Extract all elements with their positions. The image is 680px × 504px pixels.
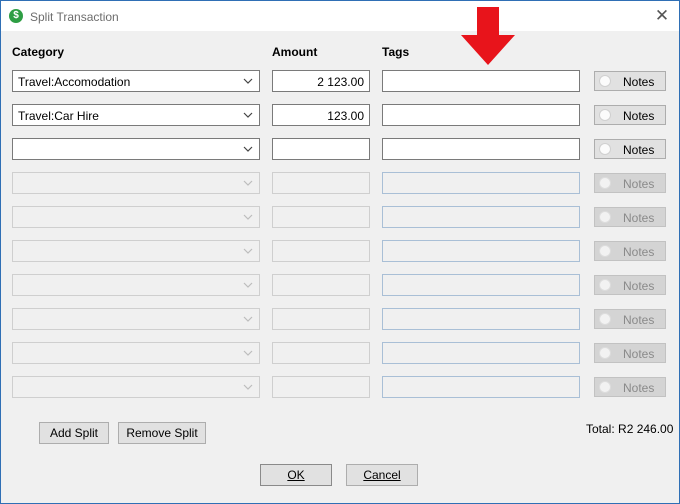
notes-button: Notes bbox=[594, 207, 666, 227]
notes-button: Notes bbox=[594, 275, 666, 295]
tags-input bbox=[382, 206, 580, 228]
header-tags: Tags bbox=[382, 45, 410, 59]
notes-label: Notes bbox=[623, 245, 655, 259]
total-summary: Total: R2 246.00 bbox=[586, 422, 673, 436]
chevron-down-icon bbox=[243, 316, 253, 322]
notes-indicator-icon bbox=[599, 177, 611, 189]
chevron-down-icon bbox=[243, 214, 253, 220]
notes-label: Notes bbox=[623, 75, 655, 89]
chevron-down-icon bbox=[243, 146, 253, 152]
ok-button[interactable]: OK bbox=[260, 464, 332, 486]
category-select[interactable]: Travel:Car Hire bbox=[12, 104, 260, 126]
notes-label: Notes bbox=[623, 347, 655, 361]
category-select bbox=[12, 274, 260, 296]
amount-input[interactable]: 2 123.00 bbox=[272, 70, 370, 92]
notes-label: Notes bbox=[623, 313, 655, 327]
amount-input bbox=[272, 376, 370, 398]
notes-label: Notes bbox=[623, 177, 655, 191]
category-value: Travel:Accomodation bbox=[18, 75, 131, 89]
notes-indicator-icon bbox=[599, 109, 611, 121]
chevron-down-icon bbox=[243, 180, 253, 186]
amount-input bbox=[272, 274, 370, 296]
header-category: Category bbox=[12, 45, 65, 59]
notes-button: Notes bbox=[594, 173, 666, 193]
notes-button: Notes bbox=[594, 309, 666, 329]
notes-indicator-icon bbox=[599, 313, 611, 325]
tags-input[interactable] bbox=[382, 70, 580, 92]
notes-label: Notes bbox=[623, 279, 655, 293]
amount-input[interactable]: 123.00 bbox=[272, 104, 370, 126]
amount-input bbox=[272, 342, 370, 364]
category-select bbox=[12, 206, 260, 228]
add-split-button[interactable]: Add Split bbox=[39, 422, 109, 444]
window-title: Split Transaction bbox=[30, 10, 119, 24]
notes-button[interactable]: Notes bbox=[594, 105, 666, 125]
ok-button-label: OK bbox=[287, 468, 305, 482]
chevron-down-icon bbox=[243, 78, 253, 84]
notes-indicator-icon bbox=[599, 245, 611, 257]
title-bar: $ Split Transaction ✕ bbox=[1, 1, 679, 31]
close-icon[interactable]: ✕ bbox=[651, 5, 673, 27]
money-app-icon: $ bbox=[9, 9, 23, 23]
category-value: Travel:Car Hire bbox=[18, 109, 99, 123]
tags-input bbox=[382, 172, 580, 194]
header-amount: Amount bbox=[272, 45, 318, 59]
amount-input bbox=[272, 240, 370, 262]
tags-input[interactable] bbox=[382, 104, 580, 126]
cancel-button-label: Cancel bbox=[363, 468, 401, 482]
split-transaction-dialog: $ Split Transaction ✕ Category Amount Ta… bbox=[0, 0, 680, 504]
chevron-down-icon bbox=[243, 282, 253, 288]
notes-indicator-icon bbox=[599, 211, 611, 223]
notes-indicator-icon bbox=[599, 143, 611, 155]
tags-input[interactable] bbox=[382, 138, 580, 160]
amount-input[interactable] bbox=[272, 138, 370, 160]
notes-indicator-icon bbox=[599, 381, 611, 393]
notes-button[interactable]: Notes bbox=[594, 71, 666, 91]
category-select[interactable]: Travel:Accomodation bbox=[12, 70, 260, 92]
notes-button: Notes bbox=[594, 343, 666, 363]
category-select bbox=[12, 376, 260, 398]
cancel-button[interactable]: Cancel bbox=[346, 464, 418, 486]
tags-input bbox=[382, 342, 580, 364]
total-label: Total: bbox=[586, 422, 615, 436]
total-value: R2 246.00 bbox=[618, 422, 674, 436]
amount-input bbox=[272, 172, 370, 194]
notes-label: Notes bbox=[623, 211, 655, 225]
notes-indicator-icon bbox=[599, 75, 611, 87]
notes-button: Notes bbox=[594, 377, 666, 397]
notes-label: Notes bbox=[623, 109, 655, 123]
category-select bbox=[12, 172, 260, 194]
notes-indicator-icon bbox=[599, 347, 611, 359]
notes-label: Notes bbox=[623, 143, 655, 157]
category-select bbox=[12, 240, 260, 262]
chevron-down-icon bbox=[243, 350, 253, 356]
tags-input bbox=[382, 376, 580, 398]
tags-input bbox=[382, 240, 580, 262]
chevron-down-icon bbox=[243, 384, 253, 390]
amount-input bbox=[272, 308, 370, 330]
category-select bbox=[12, 342, 260, 364]
category-select[interactable] bbox=[12, 138, 260, 160]
tags-input bbox=[382, 274, 580, 296]
notes-button[interactable]: Notes bbox=[594, 139, 666, 159]
chevron-down-icon bbox=[243, 248, 253, 254]
chevron-down-icon bbox=[243, 112, 253, 118]
remove-split-button[interactable]: Remove Split bbox=[118, 422, 206, 444]
tags-input bbox=[382, 308, 580, 330]
notes-label: Notes bbox=[623, 381, 655, 395]
category-select bbox=[12, 308, 260, 330]
notes-button: Notes bbox=[594, 241, 666, 261]
red-arrow-icon bbox=[461, 7, 515, 65]
notes-indicator-icon bbox=[599, 279, 611, 291]
amount-input bbox=[272, 206, 370, 228]
